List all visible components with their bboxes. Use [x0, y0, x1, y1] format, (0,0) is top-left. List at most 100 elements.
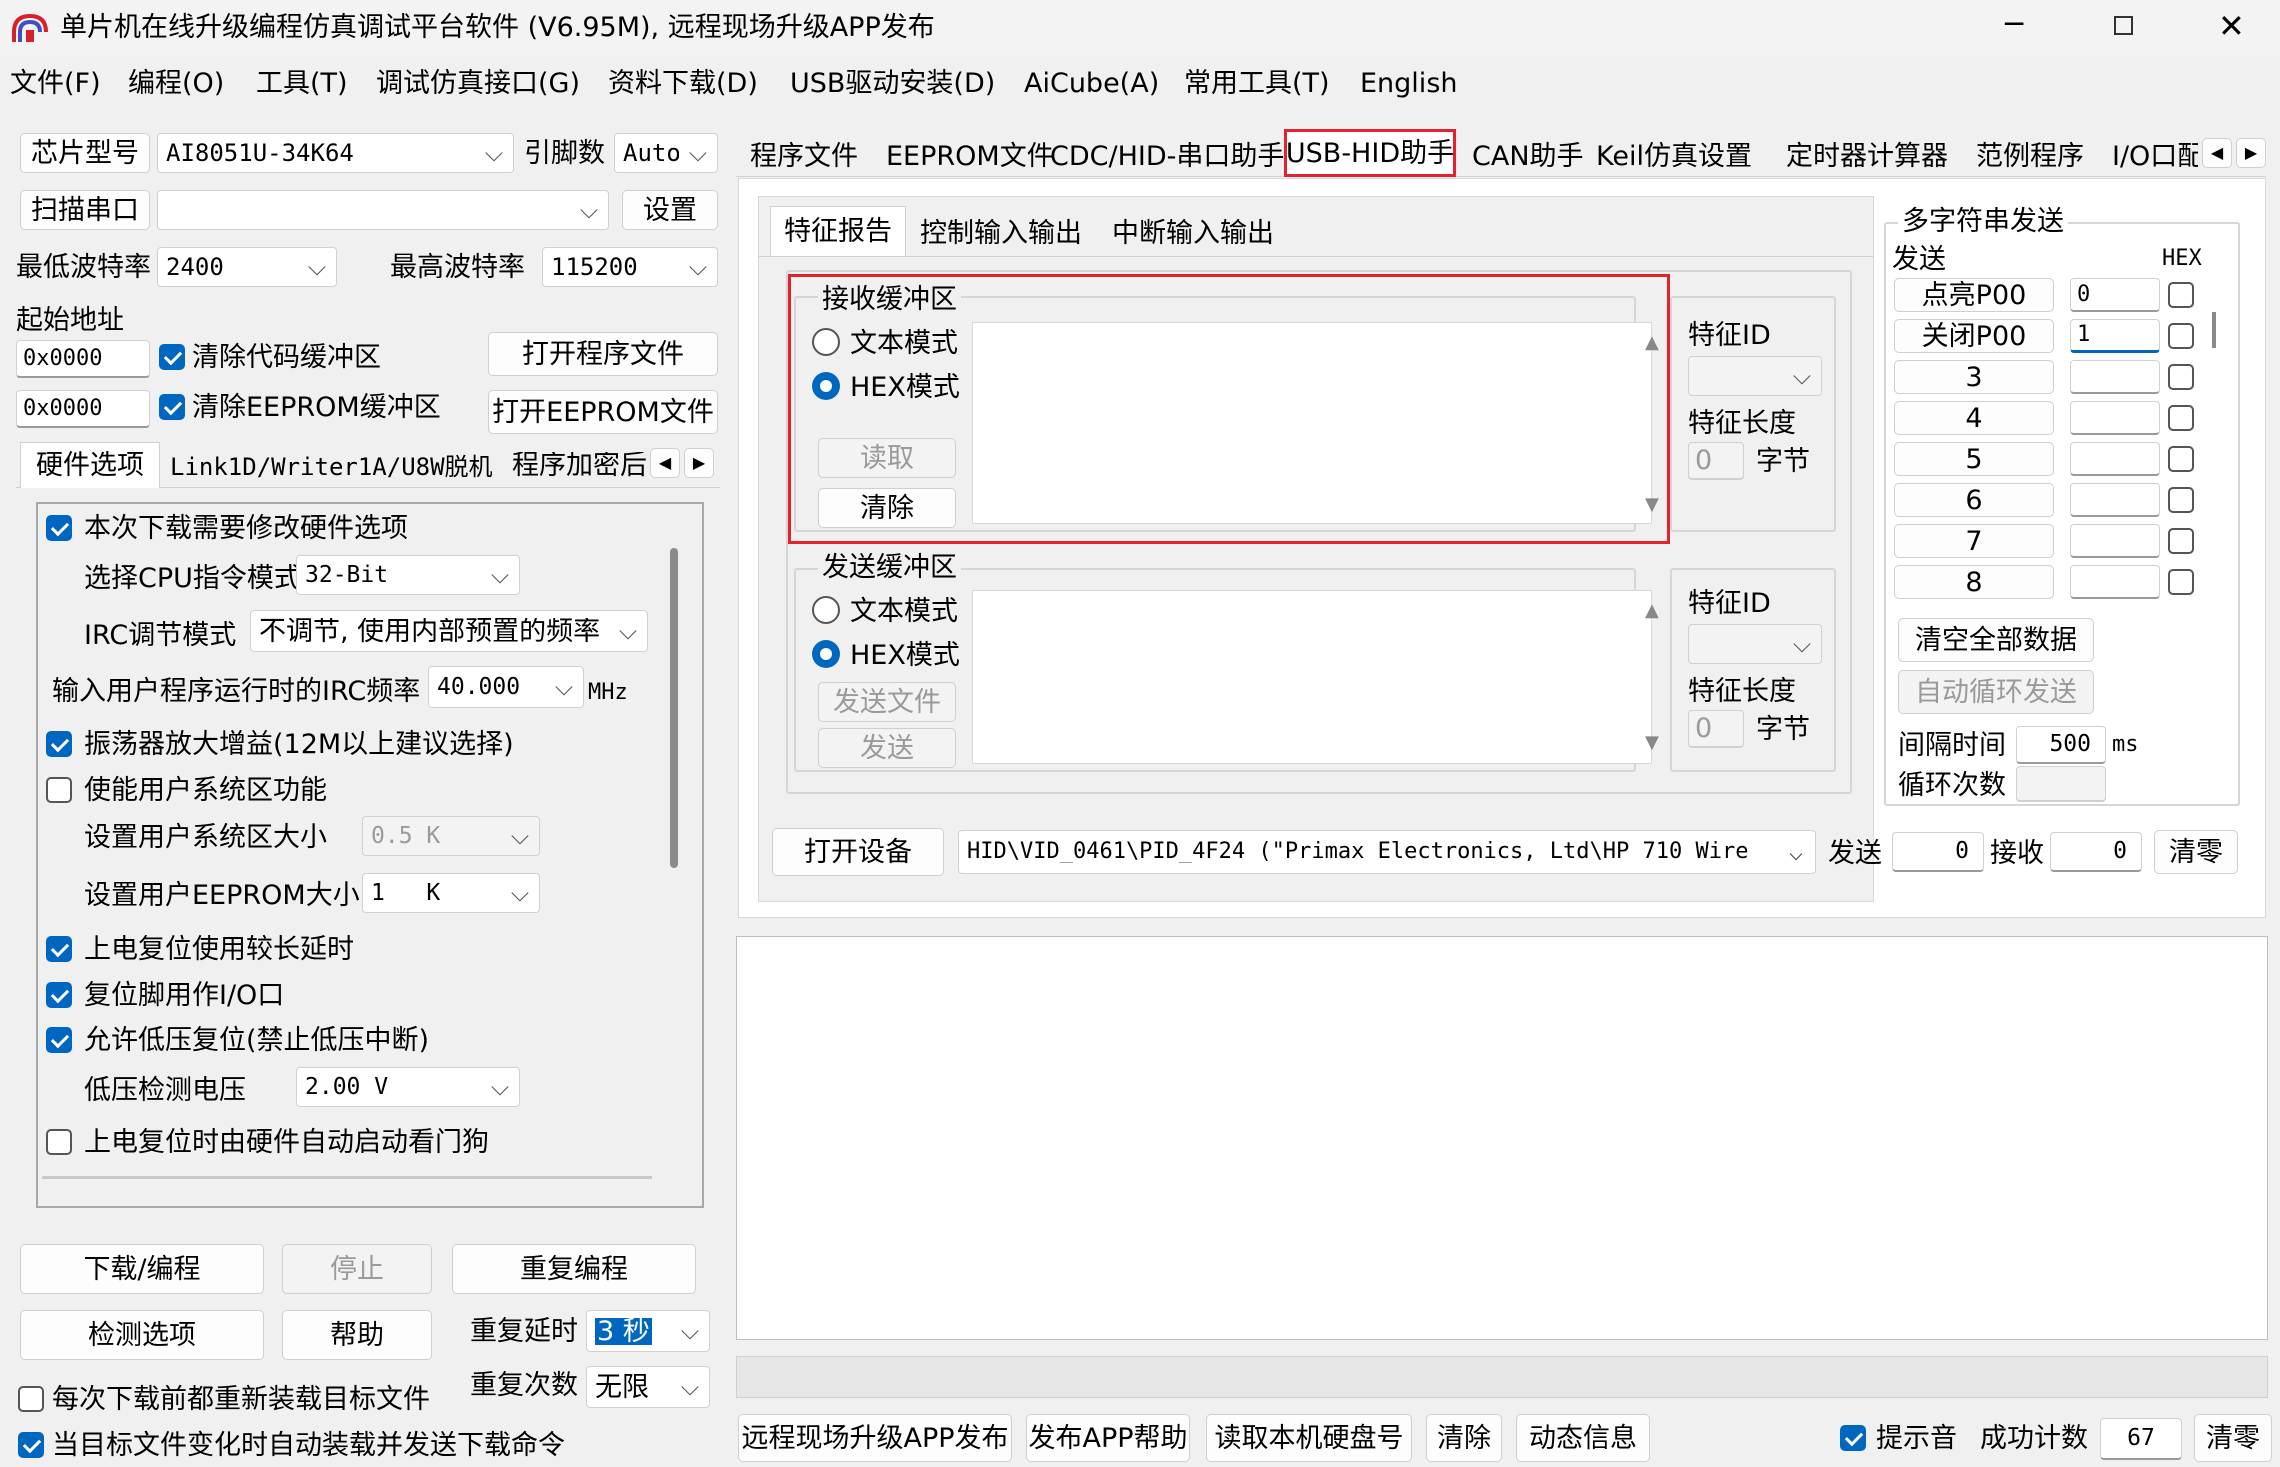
reload-each-checkbox[interactable] — [18, 1386, 44, 1412]
clear-log-button[interactable]: 清除 — [1426, 1414, 1502, 1462]
auto-reload-checkbox[interactable] — [18, 1432, 44, 1458]
tab-eeprom-file[interactable]: EEPROM文件 — [886, 143, 1054, 170]
minimize-icon[interactable]: ─ — [2005, 10, 2023, 40]
stop-button[interactable]: 停止 — [282, 1244, 432, 1294]
menu-file[interactable]: 文件(F) — [10, 70, 101, 97]
multi-send-button-8[interactable]: 8 — [1894, 565, 2054, 599]
multi-hex-checkbox-5[interactable] — [2168, 446, 2194, 472]
send-file-button[interactable]: 发送文件 — [818, 682, 956, 722]
multi-send-button-3[interactable]: 3 — [1894, 360, 2054, 394]
read-disk-button[interactable]: 读取本机硬盘号 — [1206, 1414, 1412, 1462]
modify-hw-checkbox[interactable] — [46, 515, 72, 541]
lvd-voltage-select[interactable]: 2.00 V ⌵ — [296, 1067, 520, 1107]
repeat-delay-select[interactable]: 3 秒 ⌵ — [586, 1310, 710, 1352]
settings-button[interactable]: 设置 — [622, 190, 718, 230]
output-log[interactable] — [736, 936, 2268, 1340]
download-program-button[interactable]: 下载/编程 — [20, 1244, 264, 1294]
multi-hex-checkbox-1[interactable] — [2168, 282, 2194, 308]
maximize-icon[interactable] — [2114, 16, 2133, 35]
open-program-file-button[interactable]: 打开程序文件 — [488, 332, 718, 376]
menu-debug[interactable]: 调试仿真接口(G) — [376, 70, 580, 97]
auto-loop-send-button[interactable]: 自动循环发送 — [1898, 670, 2094, 714]
tab-examples[interactable]: 范例程序 — [1976, 143, 2084, 170]
help-button[interactable]: 帮助 — [282, 1310, 432, 1360]
clear-code-buffer-checkbox[interactable] — [159, 344, 185, 370]
open-device-button[interactable]: 打开设备 — [772, 828, 944, 876]
multi-send-button-5[interactable]: 5 — [1894, 442, 2054, 476]
menu-english[interactable]: English — [1360, 70, 1458, 97]
tab-scroll-left-icon[interactable]: ◀ — [650, 448, 680, 478]
tab-encryption[interactable]: 程序加密后 — [512, 452, 648, 479]
reset-pin-io-checkbox[interactable] — [46, 982, 72, 1008]
loop-count-input[interactable] — [2016, 766, 2106, 802]
max-baud-select[interactable]: 115200 ⌵ — [542, 247, 718, 287]
tab-timer-calc[interactable]: 定时器计算器 — [1786, 143, 1948, 170]
main-tab-scroll-left-icon[interactable]: ◀ — [2202, 138, 2232, 168]
cpu-mode-select[interactable]: 32-Bit ⌵ — [296, 555, 520, 595]
code-address-input[interactable]: 0x0000 — [16, 340, 150, 378]
tab-io-config[interactable]: I/O口配 — [2112, 143, 2198, 170]
multi-send-button-1[interactable]: 点亮P00 — [1894, 278, 2054, 312]
multi-send-button-4[interactable]: 4 — [1894, 401, 2054, 435]
irc-mode-select[interactable]: 不调节, 使用内部预置的频率 ⌵ — [250, 610, 648, 652]
device-select[interactable]: HID\VID_0461\PID_4F24 ("Primax Electroni… — [958, 830, 1816, 874]
beep-checkbox[interactable] — [1840, 1425, 1866, 1451]
reset-success-button[interactable]: 清零 — [2194, 1414, 2272, 1462]
send-text-mode-radio[interactable] — [812, 596, 840, 624]
multi-hex-checkbox-6[interactable] — [2168, 487, 2194, 513]
menu-tools[interactable]: 工具(T) — [256, 70, 348, 97]
multi-string-input-6[interactable] — [2070, 483, 2160, 517]
hardware-scrollbar[interactable] — [670, 548, 678, 868]
subtab-control-io[interactable]: 控制输入输出 — [920, 220, 1082, 247]
remote-publish-button[interactable]: 远程现场升级APP发布 — [738, 1414, 1012, 1462]
eeprom-address-input[interactable]: 0x0000 — [16, 390, 150, 428]
tab-offline[interactable]: Link1D/Writer1A/U8W脱机 — [170, 455, 493, 479]
tab-program-file[interactable]: 程序文件 — [750, 143, 858, 170]
multi-string-input-3[interactable] — [2070, 360, 2160, 394]
publish-help-button[interactable]: 发布APP帮助 — [1026, 1414, 1190, 1462]
system-area-size-select[interactable]: 0.5 K ⌵ — [362, 816, 540, 856]
clear-eeprom-buffer-checkbox[interactable] — [159, 394, 185, 420]
interval-input[interactable]: 500 — [2016, 726, 2106, 764]
multi-string-input-7[interactable] — [2070, 524, 2160, 558]
multi-send-button-2[interactable]: 关闭P00 — [1894, 319, 2054, 353]
clear-all-data-button[interactable]: 清空全部数据 — [1898, 618, 2094, 662]
repeat-count-select[interactable]: 无限 ⌵ — [586, 1366, 710, 1408]
menu-usb-driver[interactable]: USB驱动安装(D) — [790, 70, 995, 97]
tab-scroll-right-icon[interactable]: ▶ — [684, 448, 714, 478]
close-icon[interactable]: ✕ — [2218, 10, 2245, 42]
irc-freq-select[interactable]: 40.000 ⌵ — [428, 666, 584, 708]
multi-hex-checkbox-7[interactable] — [2168, 528, 2194, 554]
multi-string-input-8[interactable] — [2070, 565, 2160, 599]
osc-gain-checkbox[interactable] — [46, 731, 72, 757]
multi-string-input-2[interactable]: 1 — [2070, 319, 2160, 353]
auto-watchdog-checkbox[interactable] — [46, 1129, 72, 1155]
multi-send-button-6[interactable]: 6 — [1894, 483, 2054, 517]
clear-counts-button[interactable]: 清零 — [2154, 830, 2238, 874]
reprogram-button[interactable]: 重复编程 — [452, 1244, 696, 1294]
tab-hardware-options[interactable]: 硬件选项 — [20, 442, 160, 488]
eeprom-size-select[interactable]: 1 K ⌵ — [362, 873, 540, 913]
recv-feature-len-input[interactable]: 0 — [1688, 442, 1744, 480]
multi-send-button-7[interactable]: 7 — [1894, 524, 2054, 558]
user-system-area-checkbox[interactable] — [46, 777, 72, 803]
port-select[interactable]: ⌵ — [157, 190, 609, 230]
menu-download[interactable]: 资料下载(D) — [608, 70, 758, 97]
tab-can[interactable]: CAN助手 — [1472, 143, 1584, 170]
multi-scrollbar[interactable] — [2212, 312, 2216, 348]
chip-model-select[interactable]: AI8051U-34K64 ⌵ — [157, 133, 514, 173]
send-button[interactable]: 发送 — [818, 728, 956, 768]
min-baud-select[interactable]: 2400 ⌵ — [157, 247, 337, 287]
tab-keil[interactable]: Keil仿真设置 — [1596, 143, 1752, 170]
subtab-feature-report[interactable]: 特征报告 — [770, 206, 906, 256]
pins-select[interactable]: Auto ⌵ — [614, 133, 718, 173]
multi-hex-checkbox-3[interactable] — [2168, 364, 2194, 390]
send-scroll-up-icon[interactable]: ▲ — [1645, 602, 1659, 620]
send-textarea[interactable] — [972, 590, 1652, 764]
menu-program[interactable]: 编程(O) — [128, 70, 224, 97]
tab-cdc-hid-serial[interactable]: CDC/HID-串口助手 — [1050, 143, 1284, 170]
dynamic-info-button[interactable]: 动态信息 — [1516, 1414, 1650, 1462]
subtab-interrupt-io[interactable]: 中断输入输出 — [1112, 220, 1274, 247]
multi-hex-checkbox-2[interactable] — [2168, 323, 2194, 349]
multi-string-input-5[interactable] — [2070, 442, 2160, 476]
